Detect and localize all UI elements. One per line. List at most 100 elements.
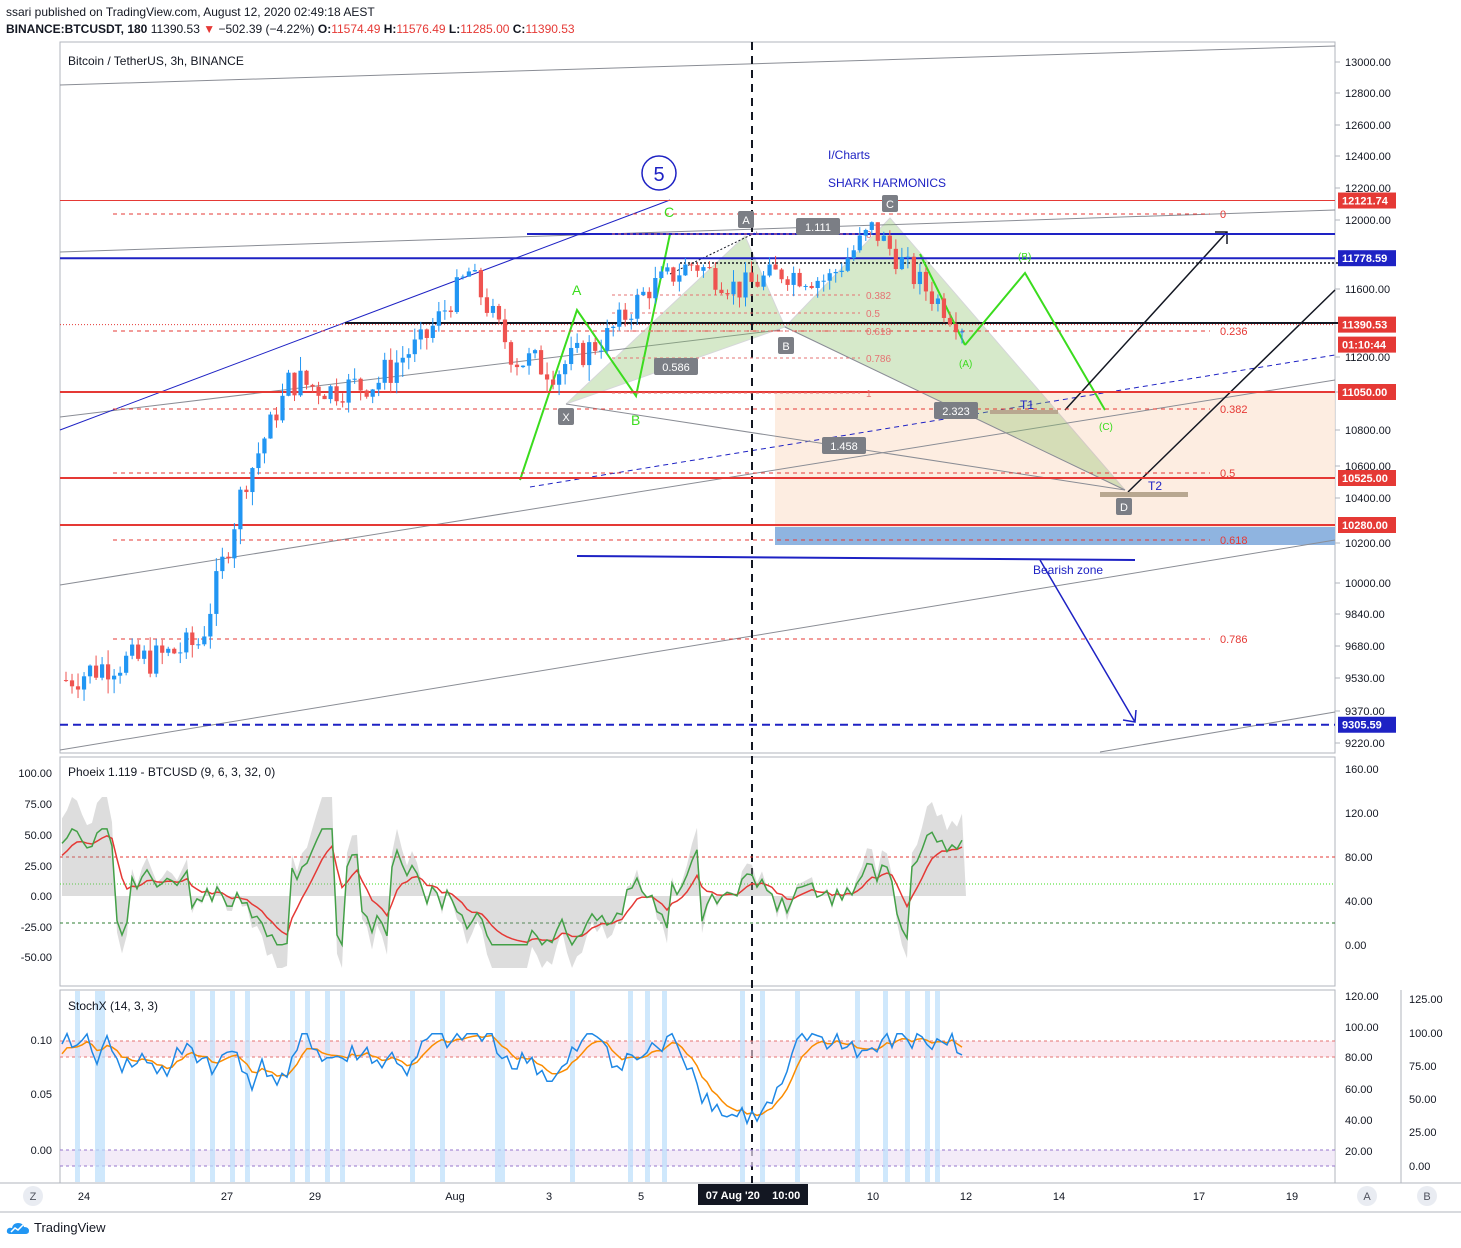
- stoch-highlight-bar: [795, 991, 800, 1182]
- change-down-icon: ▼: [203, 22, 216, 36]
- stoch-left-tick: 0.00: [31, 1145, 52, 1157]
- candle-body: [707, 267, 712, 269]
- main-y-axis[interactable]: 13000.0012800.0012600.0012400.0012200.00…: [1335, 57, 1391, 750]
- ew-proj-b: (B): [1018, 252, 1031, 263]
- svg-text:1.458: 1.458: [830, 441, 858, 453]
- candle-body: [689, 264, 694, 266]
- pattern-point-d: D: [1116, 498, 1132, 515]
- candle-body: [346, 379, 351, 403]
- x-axis-labels[interactable]: 24 27 29 Aug 3 5 10 12 14 17 19: [78, 1191, 1298, 1203]
- candle-body: [917, 271, 923, 285]
- candle-body: [617, 309, 622, 327]
- candle-body: [130, 644, 135, 656]
- svg-text:Z: Z: [30, 1191, 37, 1203]
- svg-text:A: A: [742, 215, 750, 227]
- y-tick-label: 10200.00: [1345, 538, 1391, 550]
- candle-body: [352, 378, 357, 380]
- candle-body: [665, 267, 670, 272]
- zoom-z-button[interactable]: Z: [23, 1186, 43, 1206]
- candle-body: [905, 256, 910, 258]
- candle-body: [154, 645, 159, 674]
- stoch-highlight-bar: [740, 991, 745, 1182]
- candle-body: [418, 329, 423, 340]
- y-tick-label: 12400.00: [1345, 151, 1391, 163]
- candle-body: [148, 650, 153, 674]
- tradingview-logo[interactable]: TradingView: [6, 1220, 106, 1235]
- candle-body: [220, 556, 225, 572]
- inner-fib-label: 1: [866, 389, 872, 400]
- candle-body: [857, 235, 862, 251]
- candle-body: [526, 353, 532, 366]
- x-tick-label: Aug: [445, 1191, 465, 1203]
- ew-proj-a: (A): [959, 359, 972, 370]
- candle-body: [641, 291, 646, 296]
- fib-label: 0.382: [1220, 404, 1248, 416]
- stoch-highlight-bar: [570, 991, 575, 1182]
- chart-canvas[interactable]: 00.2360.3820.50.6180.78600.3820.50.6180.…: [0, 0, 1461, 1248]
- symbol-info: BINANCE:BTCUSDT, 180 11390.53 ▼ −502.39 …: [6, 22, 575, 36]
- candle-body: [845, 258, 850, 271]
- candle-body: [328, 386, 333, 400]
- candle-body: [923, 271, 929, 292]
- stoch-highlight-bar: [855, 991, 860, 1182]
- price-tag-label: 10525.00: [1342, 473, 1388, 485]
- last-price: 11390.53: [150, 22, 200, 36]
- scale-b-button[interactable]: B: [1417, 1186, 1437, 1206]
- candle-body: [412, 339, 417, 355]
- candle-body: [941, 298, 947, 318]
- y-tick-label: 9680.00: [1345, 641, 1385, 653]
- candle-body: [250, 468, 255, 493]
- candle-body: [514, 364, 520, 368]
- candle-body: [520, 365, 526, 368]
- candle-body: [424, 329, 429, 338]
- svg-text:1.111: 1.111: [805, 222, 831, 234]
- candle-body: [238, 489, 243, 530]
- candle-body: [532, 350, 538, 354]
- fib-label: 0.786: [1220, 634, 1248, 646]
- candle-body: [623, 309, 628, 320]
- candle-body: [172, 648, 177, 654]
- y-tick-label: 10000.00: [1345, 578, 1391, 590]
- candle-body: [935, 298, 941, 304]
- candle-body: [713, 268, 718, 290]
- candle-body: [749, 272, 754, 282]
- candle-body: [454, 277, 459, 313]
- y-tick-label: 13000.00: [1345, 57, 1391, 69]
- x-tick-label: 3: [546, 1191, 552, 1203]
- candle-body: [382, 359, 387, 383]
- x-tick-label: 24: [78, 1191, 90, 1203]
- auto-scale-a-button[interactable]: A: [1357, 1186, 1377, 1206]
- phoeix-left-tick: 50.00: [24, 830, 52, 842]
- stoch-highlight-bar: [925, 991, 930, 1182]
- phoeix-right-tick: 160.00: [1345, 764, 1379, 776]
- phoeix-right-tick: 120.00: [1345, 808, 1379, 820]
- stoch-highlight-bar: [230, 991, 235, 1182]
- svg-text:C: C: [886, 199, 894, 211]
- candle-body: [599, 350, 604, 352]
- fib-label: 0.236: [1220, 326, 1248, 338]
- candle-body: [629, 318, 634, 320]
- candle-body: [550, 379, 556, 385]
- candle-body: [575, 342, 580, 348]
- candle-body: [803, 285, 808, 287]
- phoeix-right-tick: 0.00: [1345, 940, 1366, 952]
- candle-body: [683, 264, 688, 276]
- candle-body: [81, 676, 87, 690]
- candle-body: [340, 401, 345, 403]
- stoch-highlight-bar: [290, 991, 295, 1182]
- candle-body: [460, 276, 465, 278]
- inner-fib-label: 0.786: [866, 354, 891, 365]
- candle-body: [887, 235, 892, 249]
- candle-body: [833, 271, 838, 274]
- candle-body: [911, 256, 916, 285]
- stoch-right-tick: 40.00: [1345, 1115, 1373, 1127]
- candle-body: [430, 325, 435, 338]
- candle-body: [262, 438, 267, 454]
- y-tick-label: 12000.00: [1345, 215, 1391, 227]
- price-tag-label: 11050.00: [1342, 387, 1387, 399]
- candle-body: [701, 267, 706, 271]
- candle-body: [196, 644, 201, 646]
- phoeix-title: Phoeix 1.119 - BTCUSD (9, 6, 3, 32, 0): [68, 765, 275, 779]
- candle-body: [370, 389, 375, 397]
- candle-body: [785, 279, 790, 285]
